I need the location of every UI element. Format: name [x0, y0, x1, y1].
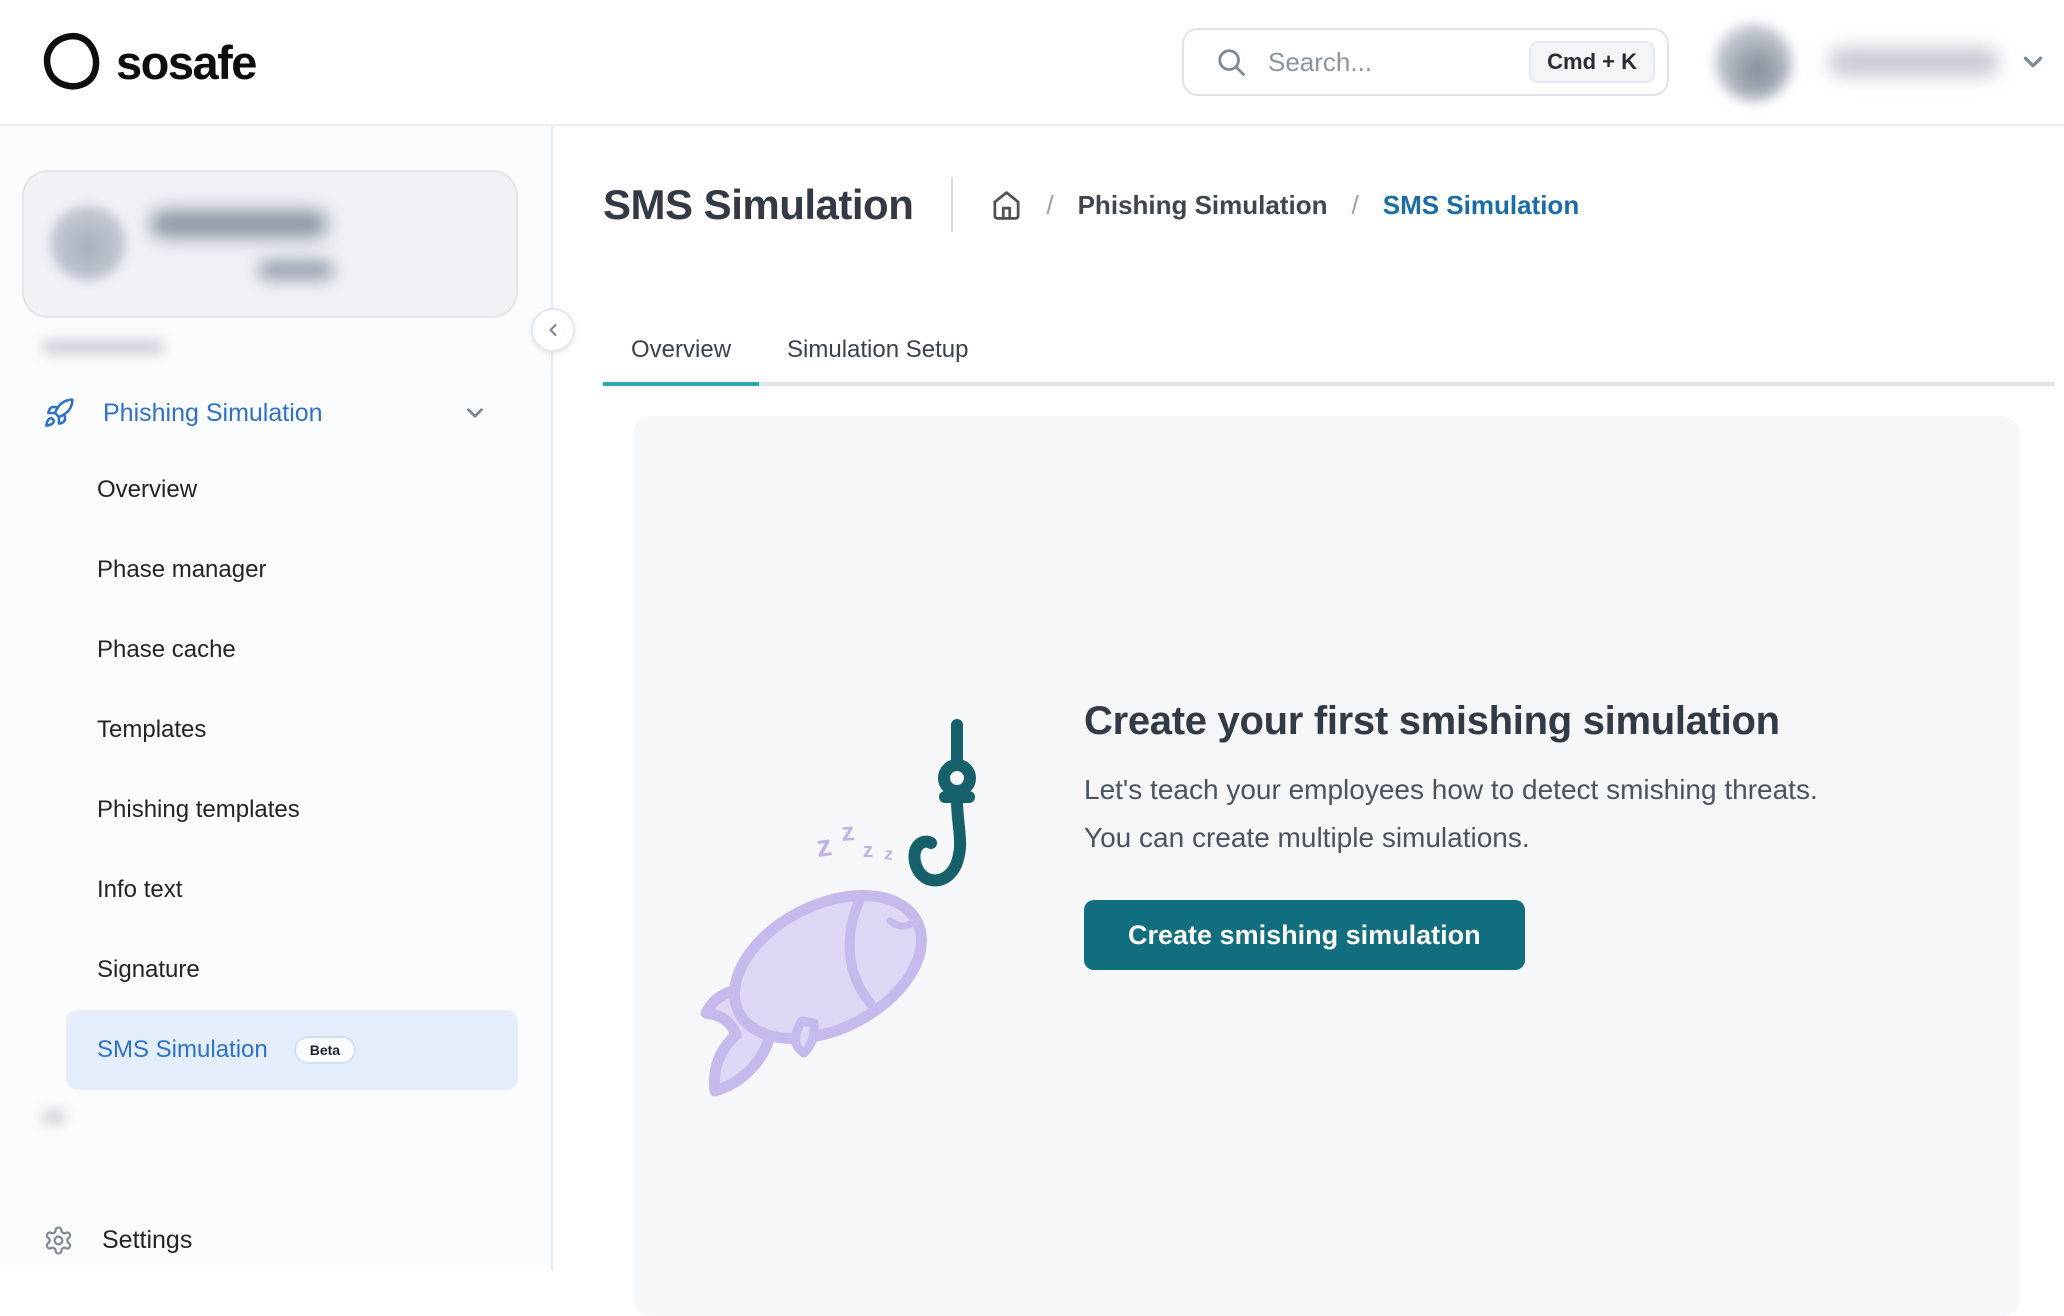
breadcrumb: / Phishing Simulation / SMS Simulation: [991, 190, 1579, 221]
empty-state-card: z z z z Create your first smishing simul…: [633, 416, 2020, 1316]
user-name-blurred: [150, 210, 328, 238]
sidebar-item-label: Templates: [97, 716, 206, 744]
sidebar-item-phase-manager[interactable]: Phase manager: [66, 530, 518, 610]
sidebar-item-label: Info text: [97, 876, 182, 904]
empty-state-text: Create your first smishing simulation Le…: [1084, 699, 1818, 970]
create-smishing-simulation-button[interactable]: Create smishing simulation: [1084, 900, 1525, 970]
sidebar-item-templates[interactable]: Templates: [66, 690, 518, 770]
page-header-row: SMS Simulation / Phishing Simulation / S…: [603, 178, 2054, 232]
sidebar-item-signature[interactable]: Signature: [66, 930, 518, 1010]
chevron-down-icon[interactable]: [462, 400, 488, 426]
beta-badge: Beta: [294, 1036, 356, 1064]
sleep-zzz: z z z z: [814, 816, 894, 864]
sidebar-user-card[interactable]: [22, 170, 518, 318]
breadcrumb-separator: /: [1046, 190, 1053, 221]
sidebar-item-phase-cache[interactable]: Phase cache: [66, 610, 518, 690]
sidebar-item-info-text[interactable]: Info text: [66, 850, 518, 930]
sidebar-item-label: Overview: [97, 476, 197, 504]
sidebar-item-label: Phase manager: [97, 556, 266, 584]
hook-icon: [914, 725, 970, 880]
breadcrumb-current: SMS Simulation: [1383, 190, 1579, 221]
sidebar-item-overview[interactable]: Overview: [66, 450, 518, 530]
blurred-menu-item: [43, 1112, 65, 1122]
svg-text:z: z: [884, 844, 894, 864]
sidebar-section-phishing-simulation[interactable]: Phishing Simulation: [0, 390, 551, 436]
tab-bar: Overview Simulation Setup: [603, 336, 2055, 386]
global-search-input[interactable]: Search... Cmd + K: [1182, 28, 1669, 96]
logo-wordmark: sosafe: [116, 35, 256, 90]
chevron-left-icon: [543, 320, 563, 340]
chevron-down-icon[interactable]: [2018, 47, 2048, 77]
empty-state-heading: Create your first smishing simulation: [1084, 699, 1818, 744]
gear-icon: [43, 1225, 74, 1256]
sidebar-item-label: Signature: [97, 956, 200, 984]
sosafe-logo-icon: [40, 31, 102, 93]
svg-text:z: z: [814, 829, 833, 864]
user-name-blurred: [1828, 47, 2000, 77]
top-header: sosafe Search... Cmd + K: [0, 0, 2064, 126]
main-content: SMS Simulation / Phishing Simulation / S…: [555, 126, 2064, 1270]
sidebar-item-label: Phishing templates: [97, 796, 300, 824]
search-placeholder: Search...: [1268, 47, 1529, 78]
page-title: SMS Simulation: [603, 181, 913, 229]
sidebar: Phishing Simulation Overview Phase manag…: [0, 126, 553, 1270]
sleeping-fish-hook-illustration: z z z z: [698, 699, 1048, 1099]
sidebar-item-label: Phase cache: [97, 636, 236, 664]
settings-label: Settings: [102, 1226, 192, 1255]
sleeping-fish-icon: [706, 866, 945, 1091]
description-line: Let's teach your employees how to detect…: [1084, 766, 1818, 814]
sidebar-item-settings[interactable]: Settings: [43, 1225, 192, 1256]
sosafe-logo[interactable]: sosafe: [40, 31, 256, 93]
empty-state-description: Let's teach your employees how to detect…: [1084, 766, 1818, 862]
sidebar-nav: Overview Phase manager Phase cache Templ…: [0, 450, 551, 1090]
sidebar-item-sms-simulation[interactable]: SMS Simulation Beta: [66, 1010, 518, 1090]
description-line: You can create multiple simulations.: [1084, 814, 1818, 862]
sidebar-item-label: SMS Simulation: [97, 1036, 268, 1064]
breadcrumb-parent-link[interactable]: Phishing Simulation: [1078, 190, 1328, 221]
tab-overview[interactable]: Overview: [603, 336, 759, 386]
user-menu[interactable]: [1715, 24, 2048, 101]
user-role-blurred: [258, 260, 334, 280]
avatar: [50, 205, 126, 281]
home-icon[interactable]: [991, 190, 1022, 221]
divider: [951, 178, 953, 232]
sidebar-item-phishing-templates[interactable]: Phishing templates: [66, 770, 518, 850]
svg-text:z: z: [840, 816, 855, 847]
svg-text:z: z: [863, 840, 873, 862]
sidebar-section-label: Phishing Simulation: [103, 399, 323, 428]
breadcrumb-separator: /: [1352, 190, 1359, 221]
blurred-menu-item: [42, 342, 164, 352]
search-shortcut-badge: Cmd + K: [1529, 41, 1655, 83]
rocket-icon: [43, 397, 75, 429]
sidebar-collapse-button[interactable]: [531, 308, 575, 352]
tab-simulation-setup[interactable]: Simulation Setup: [759, 336, 996, 386]
avatar[interactable]: [1715, 24, 1792, 101]
search-icon: [1216, 47, 1246, 77]
